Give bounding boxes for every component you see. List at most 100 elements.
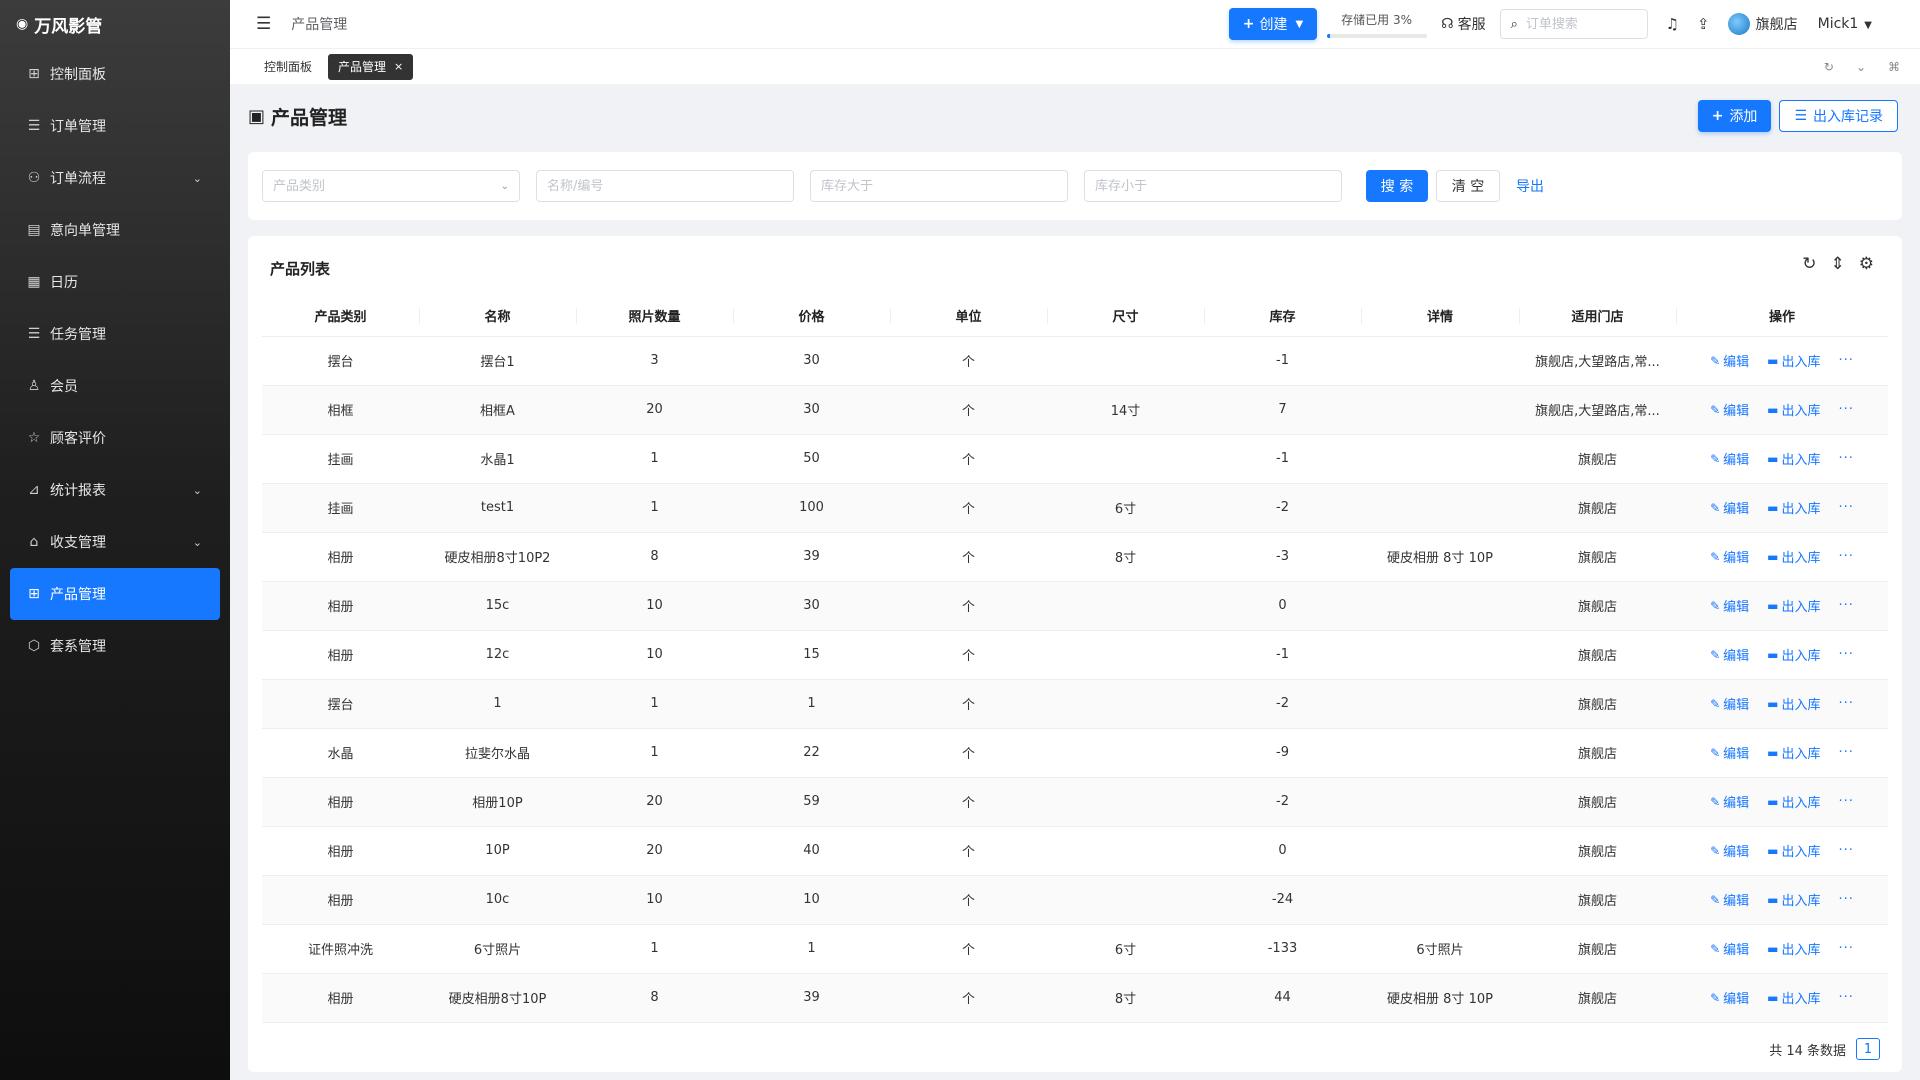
support-button[interactable]: ☊ 客服	[1441, 14, 1485, 34]
sidebar-item[interactable]: ♙ 会员	[10, 360, 220, 412]
edit-button[interactable]: ✎ 编辑	[1710, 841, 1749, 861]
add-button[interactable]: + 添加	[1697, 100, 1772, 132]
more-button[interactable]: ···	[1839, 745, 1854, 760]
sidebar-item[interactable]: ☰ 订单管理	[10, 100, 220, 152]
box-icon: ▬	[1767, 402, 1779, 417]
stock-io-button[interactable]: ▬ 出入库	[1767, 400, 1820, 420]
stock-io-button[interactable]: ▬ 出入库	[1767, 596, 1820, 616]
more-button[interactable]: ···	[1839, 843, 1854, 858]
edit-button[interactable]: ✎ 编辑	[1710, 694, 1749, 714]
edit-button[interactable]: ✎ 编辑	[1710, 743, 1750, 763]
edit-button[interactable]: ✎ 编辑	[1710, 792, 1749, 812]
edit-button[interactable]: ✎ 编辑	[1710, 547, 1749, 567]
sidebar-item[interactable]: ⊿ 统计报表 ⌄	[10, 464, 220, 516]
stock-records-button[interactable]: ☰ 出入库记录	[1779, 100, 1898, 132]
stock-io-button[interactable]: ▬ 出入库	[1767, 449, 1820, 469]
more-button[interactable]: ···	[1839, 500, 1854, 515]
camera-icon: ◉	[16, 16, 29, 32]
more-button[interactable]: ···	[1839, 451, 1854, 466]
cell-detail	[1361, 385, 1519, 435]
stock-io-button[interactable]: ▬ 出入库	[1767, 841, 1820, 861]
box-icon: ▬	[1767, 647, 1779, 662]
gear-icon[interactable]: ⚙	[1859, 254, 1874, 274]
user-menu[interactable]: Mick1 ▼	[1818, 16, 1872, 32]
cell-category: 相册	[262, 826, 419, 876]
stock-io-button[interactable]: ▬ 出入库	[1767, 694, 1820, 714]
edit-label: 编辑	[1723, 747, 1750, 762]
edit-button[interactable]: ✎ 编辑	[1710, 400, 1749, 420]
stock-io-button[interactable]: ▬ 出入库	[1767, 890, 1820, 910]
more-button[interactable]: ···	[1839, 941, 1854, 956]
edit-button[interactable]: ✎ 编辑	[1710, 498, 1749, 518]
category-select-input[interactable]	[273, 178, 509, 194]
cell-detail	[1361, 826, 1519, 876]
more-button[interactable]: ···	[1839, 402, 1854, 417]
refresh-icon[interactable]: ↻	[1802, 254, 1816, 274]
edit-button[interactable]: ✎ 编辑	[1710, 351, 1749, 371]
search-button[interactable]: 搜 索	[1366, 170, 1428, 202]
create-button[interactable]: + 创建 ▼	[1228, 8, 1318, 40]
fullscreen-icon[interactable]: ⌘	[1888, 60, 1900, 74]
more-button[interactable]: ···	[1839, 892, 1854, 907]
cell-price: 39	[733, 973, 890, 1023]
edit-button[interactable]: ✎ 编辑	[1710, 890, 1749, 910]
store-name[interactable]: 旗舰店	[1756, 14, 1798, 34]
close-icon[interactable]: ×	[394, 60, 403, 73]
edit-button[interactable]: ✎ 编辑	[1710, 939, 1749, 959]
headset-icon: ☊	[1441, 16, 1454, 32]
sidebar-item[interactable]: ▤ 意向单管理	[10, 204, 220, 256]
clear-button[interactable]: 清 空	[1436, 170, 1500, 202]
chevron-down-icon[interactable]: ⌄	[1856, 60, 1866, 74]
sidebar-item[interactable]: ⚇ 订单流程 ⌄	[10, 152, 220, 204]
edit-icon: ✎	[1710, 843, 1721, 858]
refresh-icon[interactable]: ↻	[1824, 60, 1834, 74]
stock-gt-input[interactable]	[821, 178, 1057, 194]
sidebar-item[interactable]: ▦ 日历	[10, 256, 220, 308]
cell-stock: -3	[1204, 532, 1361, 582]
stock-io-button[interactable]: ▬ 出入库	[1767, 939, 1820, 959]
table-row: 挂画 水晶1 1 50 个 -1 旗舰店 ✎ 编辑 ▬ 出入库 ···	[262, 434, 1888, 484]
tab[interactable]: 控制面板	[254, 54, 322, 80]
cell-stock: -133	[1204, 924, 1361, 974]
more-button[interactable]: ···	[1839, 549, 1854, 564]
more-button[interactable]: ···	[1839, 353, 1854, 368]
order-search-input[interactable]	[1525, 16, 1626, 32]
more-button[interactable]: ···	[1839, 598, 1854, 613]
stock-io-button[interactable]: ▬ 出入库	[1767, 351, 1820, 371]
stock-lt-input[interactable]	[1095, 178, 1331, 194]
edit-button[interactable]: ✎ 编辑	[1710, 596, 1749, 616]
category-select[interactable]: ⌄	[262, 170, 520, 202]
stock-io-button[interactable]: ▬ 出入库	[1767, 988, 1820, 1008]
more-button[interactable]: ···	[1839, 696, 1854, 711]
sidebar-item[interactable]: ⊞ 控制面板	[10, 48, 220, 100]
brand[interactable]: ◉ 万风影管	[0, 0, 230, 48]
stock-io-button[interactable]: ▬ 出入库	[1767, 547, 1820, 567]
sidebar-item-label: 订单流程	[50, 171, 106, 187]
more-button[interactable]: ···	[1839, 990, 1854, 1005]
name-filter-input[interactable]	[547, 178, 783, 194]
tab[interactable]: 产品管理 ×	[328, 53, 414, 80]
edit-button[interactable]: ✎ 编辑	[1710, 449, 1749, 469]
cell-photos: 1	[576, 924, 733, 974]
upload-icon[interactable]: ⇪	[1697, 15, 1710, 33]
stock-io-button[interactable]: ▬ 出入库	[1767, 792, 1820, 812]
sidebar-item[interactable]: ☰ 任务管理	[10, 308, 220, 360]
edit-button[interactable]: ✎ 编辑	[1710, 645, 1749, 665]
sidebar-item[interactable]: ⊞ 产品管理	[10, 568, 220, 620]
pagination-page[interactable]: 1	[1856, 1038, 1880, 1060]
menu-toggle-icon[interactable]: ☰	[256, 14, 271, 34]
sidebar-item[interactable]: ⬡ 套系管理	[10, 620, 220, 672]
stock-io-button[interactable]: ▬ 出入库	[1767, 645, 1820, 665]
stock-records-label: 出入库记录	[1813, 109, 1883, 125]
column-height-icon[interactable]: ⇕	[1831, 254, 1845, 274]
edit-button[interactable]: ✎ 编辑	[1710, 988, 1749, 1008]
stock-io-button[interactable]: ▬ 出入库	[1767, 498, 1820, 518]
more-button[interactable]: ···	[1839, 647, 1854, 662]
stock-io-button[interactable]: ▬ 出入库	[1767, 743, 1820, 763]
sidebar-item[interactable]: ☆ 顾客评价	[10, 412, 220, 464]
bell-icon[interactable]: ♫	[1666, 15, 1679, 33]
export-link[interactable]: 导出	[1516, 176, 1544, 196]
cell-store: 旗舰店	[1519, 875, 1676, 925]
more-button[interactable]: ···	[1839, 794, 1854, 809]
sidebar-item[interactable]: ⌂ 收支管理 ⌄	[10, 516, 220, 568]
